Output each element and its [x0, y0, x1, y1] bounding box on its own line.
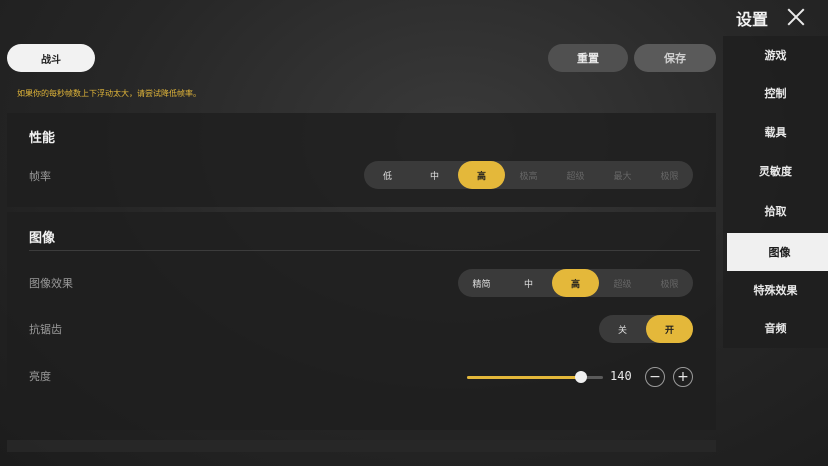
next-section-panel: [7, 440, 716, 452]
image-quality-selector: 精简 中 高 超级 极限: [458, 269, 693, 297]
frame-rate-option-super[interactable]: 超级: [552, 161, 599, 189]
performance-panel: 性能 帧率 低 中 高 极高 超级 最大 极限: [7, 113, 716, 207]
frame-rate-selector: 低 中 高 极高 超级 最大 极限: [364, 161, 693, 189]
sidebar-item-vehicle[interactable]: 载具: [723, 113, 828, 151]
sidebar-item-special-effects[interactable]: 特殊效果: [723, 271, 828, 309]
quality-option-smooth[interactable]: 精简: [458, 269, 505, 297]
sidebar-item-sensitivity[interactable]: 灵敏度: [723, 152, 828, 190]
graphics-section-title: 图像: [29, 231, 56, 246]
frame-rate-option-extreme[interactable]: 极限: [646, 161, 693, 189]
frame-rate-option-low[interactable]: 低: [364, 161, 411, 189]
frame-rate-option-high[interactable]: 高: [458, 161, 505, 189]
sidebar-item-audio[interactable]: 音频: [723, 309, 828, 347]
save-button[interactable]: 保存: [634, 44, 716, 72]
brightness-decrease-button[interactable]: −: [645, 367, 665, 387]
brightness-slider-fill: [467, 376, 582, 379]
performance-section-title: 性能: [29, 131, 56, 146]
close-icon[interactable]: [785, 6, 807, 28]
category-tab-combat[interactable]: 战斗: [7, 44, 95, 72]
settings-sidebar: 游戏 控制 载具 灵敏度 拾取 图像 特殊效果 音频: [723, 36, 828, 348]
quality-option-super[interactable]: 超级: [599, 269, 646, 297]
reset-button[interactable]: 重置: [548, 44, 628, 72]
anti-aliasing-on[interactable]: 开: [646, 315, 693, 343]
quality-option-high[interactable]: 高: [552, 269, 599, 297]
settings-title: 设置: [736, 10, 769, 29]
fps-warning-text: 如果你的每秒帧数上下浮动太大，请尝试降低帧率。: [17, 89, 201, 98]
graphics-divider: [29, 250, 700, 251]
anti-aliasing-off[interactable]: 关: [599, 315, 646, 343]
graphics-panel: 图像 图像效果 精简 中 高 超级 极限 抗锯齿 关 开 亮度: [7, 212, 716, 430]
frame-rate-label: 帧率: [29, 170, 51, 183]
sidebar-item-game[interactable]: 游戏: [723, 36, 828, 74]
brightness-increase-button[interactable]: +: [673, 367, 693, 387]
brightness-value: 140: [610, 369, 632, 383]
frame-rate-option-very-high[interactable]: 极高: [505, 161, 552, 189]
anti-aliasing-toggle: 关 开: [599, 315, 693, 343]
frame-rate-option-medium[interactable]: 中: [411, 161, 458, 189]
quality-option-medium[interactable]: 中: [505, 269, 552, 297]
frame-rate-option-max[interactable]: 最大: [599, 161, 646, 189]
image-quality-label: 图像效果: [29, 277, 73, 290]
brightness-slider[interactable]: [467, 371, 603, 383]
sidebar-item-pickup[interactable]: 拾取: [723, 192, 828, 230]
sidebar-item-graphics[interactable]: 图像: [723, 233, 828, 271]
sidebar-item-controls[interactable]: 控制: [723, 74, 828, 112]
anti-aliasing-label: 抗锯齿: [29, 323, 62, 336]
quality-option-extreme[interactable]: 极限: [646, 269, 693, 297]
brightness-label: 亮度: [29, 370, 51, 383]
